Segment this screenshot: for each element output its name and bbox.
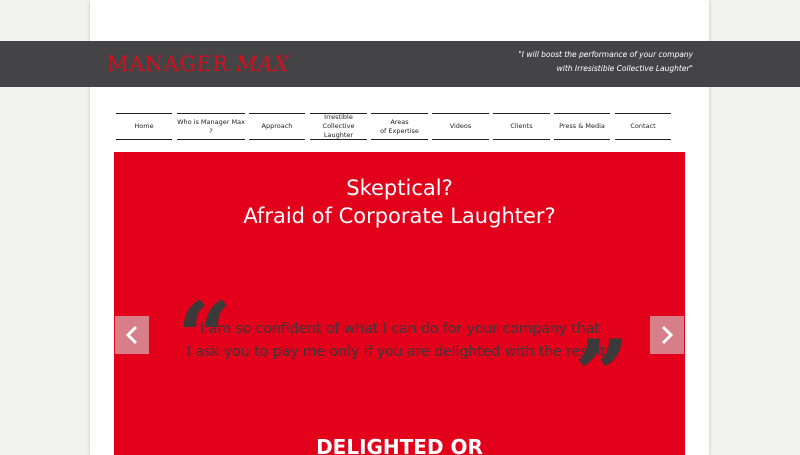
nav-item-label: Irrestible Collective Laughter bbox=[310, 113, 367, 140]
nav-item-label-line-1: Irrestible bbox=[324, 113, 353, 121]
nav-item-press-media[interactable]: Press & Media bbox=[554, 113, 610, 140]
chevron-left-icon bbox=[125, 325, 138, 345]
hero-slider: Skeptical? Afraid of Corporate Laughter?… bbox=[114, 152, 685, 455]
nav-item-approach[interactable]: Approach bbox=[249, 113, 305, 140]
nav-item-label: Press & Media bbox=[559, 122, 605, 130]
nav-item-label: Videos bbox=[449, 122, 472, 130]
nav-item-home[interactable]: Home bbox=[116, 113, 172, 140]
header-tagline: "I will boost the performance of your co… bbox=[433, 48, 693, 76]
nav-item-label-line-2: of Expertise bbox=[380, 126, 419, 135]
nav-item-label: Home bbox=[134, 122, 154, 130]
nav-item-label: Approach bbox=[261, 122, 293, 130]
hero-quote-line-2: I ask you to pay me only if you are deli… bbox=[186, 344, 614, 360]
hero-bottom-heading: DELIGHTED OR bbox=[316, 435, 483, 455]
hero-quote: I am so confident of what I can do for y… bbox=[174, 318, 626, 364]
nav-item-label: Clients bbox=[510, 122, 533, 130]
tagline-line-1: "I will boost the performance of your co… bbox=[518, 50, 693, 59]
hero-title-line-2: Afraid of Corporate Laughter? bbox=[243, 204, 556, 228]
logo-text-accent: MAX bbox=[235, 52, 289, 76]
nav-item-who-is-manager-max[interactable]: Who is Manager Max ? bbox=[177, 113, 245, 140]
nav-item-areas-of-expertise[interactable]: Areas of Expertise bbox=[371, 113, 428, 140]
hero-title-line-1: Skeptical? bbox=[346, 176, 453, 200]
nav-item-contact[interactable]: Contact bbox=[615, 113, 671, 140]
nav-item-label: Areas of Expertise bbox=[380, 118, 419, 136]
main-nav: Home Who is Manager Max ? Approach Irres… bbox=[114, 113, 685, 140]
slider-next-button[interactable] bbox=[650, 316, 684, 354]
tagline-line-2: with Irresistible Collective Laughter" bbox=[556, 64, 693, 73]
close-quote-icon: ” bbox=[574, 319, 630, 432]
nav-item-label-line-2: Collective Laughter bbox=[322, 122, 355, 139]
nav-item-label: Who is Manager Max ? bbox=[177, 117, 245, 135]
hero-quote-line-1: I am so confident of what I can do for y… bbox=[200, 321, 600, 337]
chevron-right-icon bbox=[661, 325, 674, 345]
nav-item-label: Contact bbox=[630, 122, 656, 130]
hero-title: Skeptical? Afraid of Corporate Laughter? bbox=[114, 174, 685, 230]
logo[interactable]: MANAGER MAX bbox=[107, 52, 289, 76]
nav-item-label-line-1: Areas bbox=[390, 117, 409, 126]
nav-item-videos[interactable]: Videos bbox=[432, 113, 489, 140]
slider-prev-button[interactable] bbox=[115, 316, 149, 354]
nav-item-clients[interactable]: Clients bbox=[493, 113, 550, 140]
logo-text-main: MANAGER bbox=[107, 52, 236, 76]
nav-item-irrestible-collective-laughter[interactable]: Irrestible Collective Laughter bbox=[310, 113, 367, 140]
